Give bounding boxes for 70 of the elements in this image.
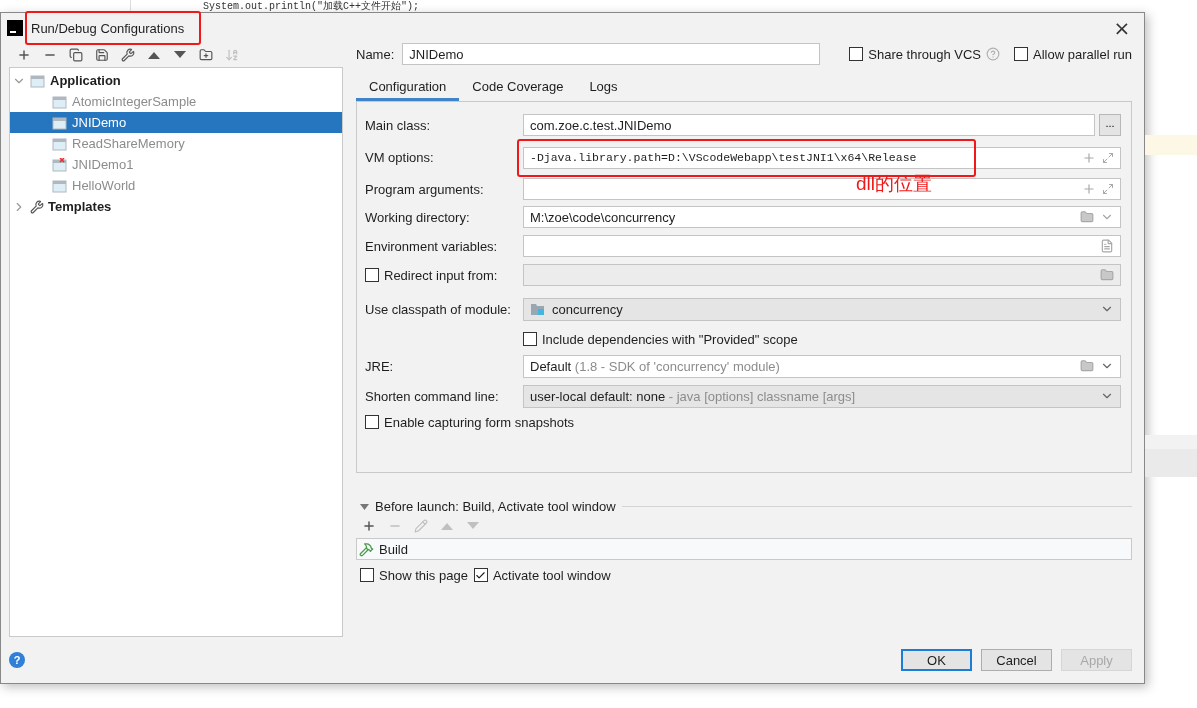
- field-label: Shorten command line:: [365, 388, 500, 404]
- checkbox-label: Activate tool window: [492, 567, 611, 583]
- wrench-icon[interactable]: [119, 46, 137, 64]
- checkbox-label: Redirect input from:: [384, 267, 498, 283]
- checkbox-label: Include dependencies with "Provided" scope: [542, 331, 798, 347]
- tab[interactable]: Logs: [576, 75, 631, 101]
- task-item[interactable]: Build: [379, 541, 408, 557]
- name-label: Name:: [356, 46, 395, 62]
- folder-icon[interactable]: [1080, 210, 1094, 224]
- tab[interactable]: Code Coverage: [459, 75, 577, 101]
- expand-icon[interactable]: [1102, 151, 1114, 164]
- checkbox[interactable]: [1014, 47, 1028, 61]
- field-label: Working directory:: [365, 209, 471, 225]
- config-icon: [52, 136, 68, 151]
- tree-item[interactable]: Templates: [10, 196, 342, 217]
- field-label: VM options:: [365, 150, 435, 165]
- name-field[interactable]: JNIDemo: [402, 43, 821, 65]
- ok-button[interactable]: OK: [901, 649, 972, 671]
- checkbox[interactable]: [365, 415, 379, 429]
- tree-item[interactable]: JNIDemo: [10, 112, 342, 133]
- checkbox-label: Enable capturing form snapshots: [384, 414, 575, 430]
- checkbox-label: Share through VCS: [868, 46, 981, 62]
- field-label: Use classpath of module:: [365, 301, 512, 317]
- shorten-combo[interactable]: user-local default: none - java [options] classname [args]: [523, 384, 1121, 408]
- config-icon: [30, 73, 46, 88]
- checkbox[interactable]: [360, 568, 374, 582]
- config-icon: [52, 94, 68, 109]
- config-icon: [52, 115, 68, 130]
- checkbox-label: Show this page: [379, 567, 468, 583]
- tree-item[interactable]: Application: [10, 70, 342, 91]
- close-button[interactable]: ×: [1106, 15, 1138, 41]
- folder-icon[interactable]: [1100, 268, 1114, 282]
- field-label: Environment variables:: [365, 238, 499, 254]
- checkbox[interactable]: [849, 47, 864, 61]
- main-class-field[interactable]: com.zoe.c.test.JNIDemo: [523, 114, 1095, 136]
- app-icon: [7, 20, 23, 36]
- config-error-icon: [52, 157, 68, 172]
- document-icon[interactable]: [1100, 239, 1114, 253]
- browse-button[interactable]: ...: [1099, 114, 1121, 136]
- checkbox-label: Allow parallel run: [1033, 46, 1132, 62]
- environment-field[interactable]: [523, 235, 1121, 257]
- help-button[interactable]: ?: [9, 652, 25, 668]
- field-label: Program arguments:: [365, 181, 485, 197]
- code-line: System.out.println("加载C++文件开始");: [203, 1, 420, 12]
- tree-item[interactable]: HelloWorld: [10, 175, 342, 196]
- wrench-icon: [30, 199, 44, 214]
- module-combo[interactable]: concurrency: [523, 297, 1121, 321]
- tab[interactable]: Configuration: [356, 75, 460, 101]
- cancel-button[interactable]: Cancel: [981, 649, 1052, 671]
- copy-icon[interactable]: [67, 46, 85, 64]
- tree-item[interactable]: AtomicIntegerSample: [10, 91, 342, 112]
- expand-icon[interactable]: [1102, 183, 1114, 195]
- config-icon: [52, 178, 68, 193]
- folder-icon[interactable]: [1080, 359, 1094, 373]
- vm-options-field[interactable]: -Djava.library.path=D:\VScodeWebapp\testJNI1\x64\Release: [523, 146, 1121, 169]
- window-title: Run/Debug Configurations: [31, 20, 185, 36]
- save-icon[interactable]: [93, 46, 111, 64]
- tree-item[interactable]: ReadShareMemory: [10, 133, 342, 154]
- field-label: JRE:: [365, 358, 395, 374]
- jre-combo[interactable]: Default (1.8 - SDK of 'concurrency' module): [523, 354, 1121, 378]
- checkbox[interactable]: [523, 332, 537, 346]
- checkbox[interactable]: [473, 568, 488, 582]
- redirect-field[interactable]: [523, 264, 1121, 286]
- section-title: Before launch: Build, Activate tool window: [375, 499, 616, 514]
- directory-field[interactable]: M:\zoe\code\concurrency: [523, 206, 1121, 228]
- checkbox[interactable]: [365, 268, 379, 282]
- module-icon: [530, 302, 546, 316]
- collapse-triangle-icon[interactable]: [360, 503, 369, 510]
- field-label: Main class:: [365, 117, 432, 133]
- hammer-icon: [359, 541, 374, 557]
